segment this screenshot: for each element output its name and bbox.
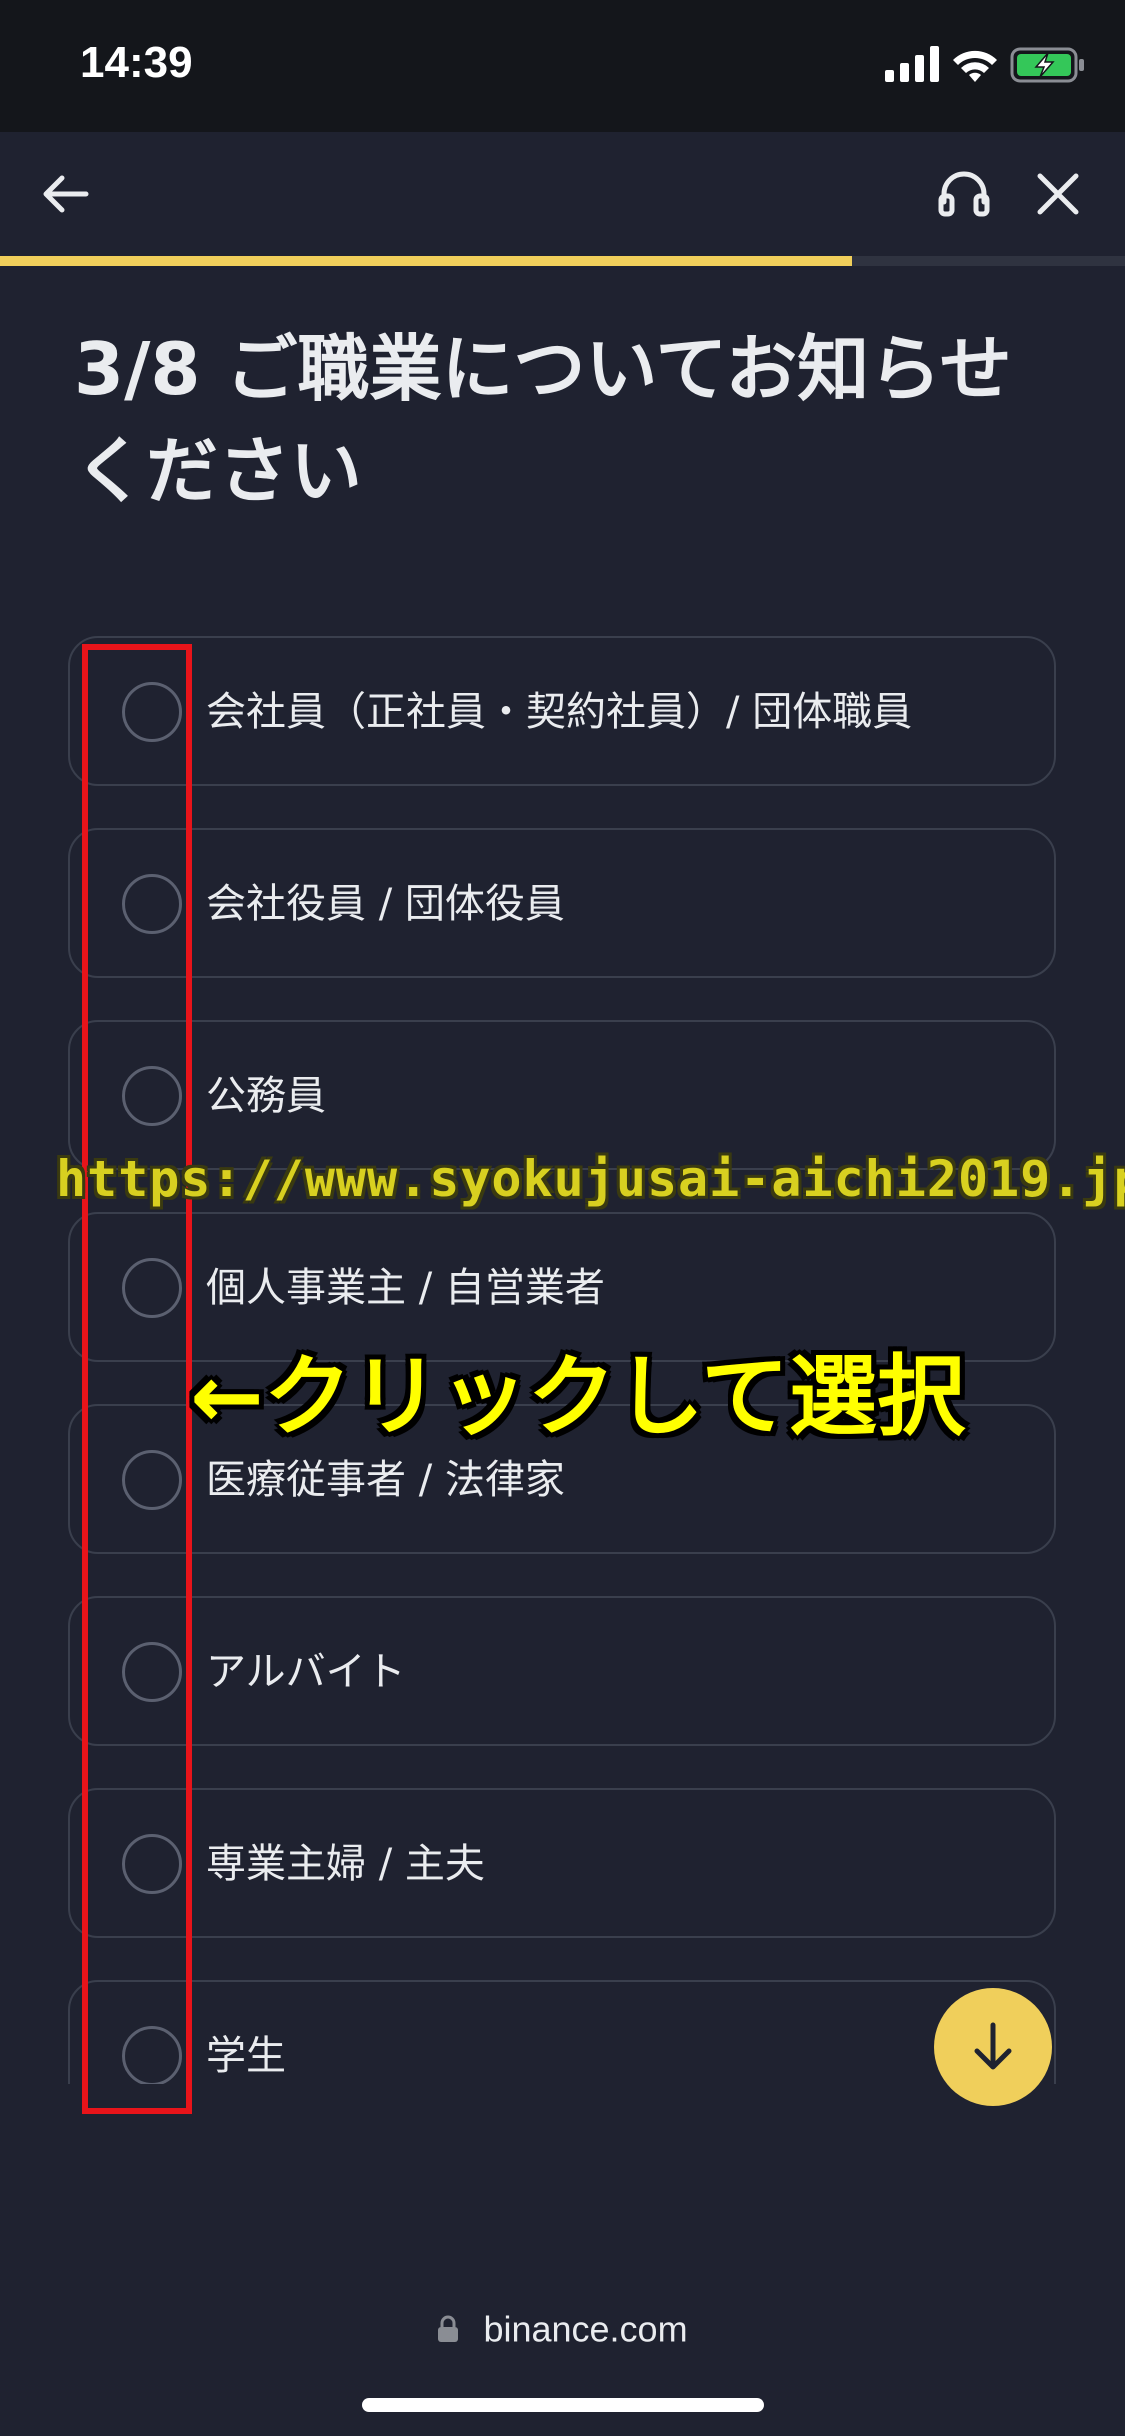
annotation-callout: ←クリックして選択 — [190, 1345, 966, 1448]
option-row[interactable]: 会社員（正社員・契約社員）/ 団体職員 — [68, 636, 1056, 786]
battery-charging-icon — [1010, 47, 1084, 83]
headset-icon — [938, 171, 990, 217]
option-label: 公務員 — [206, 1073, 326, 1119]
support-button[interactable] — [932, 162, 996, 226]
status-bar: 14:39 — [0, 0, 1125, 132]
option-row[interactable]: 学生 — [68, 1980, 1056, 2084]
nav-bar — [0, 132, 1125, 256]
close-button[interactable] — [1026, 162, 1090, 226]
back-button[interactable] — [34, 162, 98, 226]
home-indicator[interactable] — [362, 2398, 764, 2412]
progress-bar-fill — [0, 256, 852, 266]
arrow-left-icon — [43, 175, 89, 213]
option-row[interactable]: 会社役員 / 団体役員 — [68, 828, 1056, 978]
watermark-url: https://www.syokujusai-aichi2019.jp/ — [56, 1150, 1125, 1208]
option-row[interactable]: 公務員 — [68, 1020, 1056, 1170]
wifi-icon — [953, 50, 997, 82]
cellular-signal-icon — [885, 46, 939, 82]
scroll-down-button[interactable] — [934, 1988, 1052, 2106]
option-label: アルバイト — [206, 1649, 406, 1695]
progress-bar — [0, 256, 1125, 266]
close-icon — [1037, 173, 1079, 215]
arrow-down-icon — [974, 2022, 1012, 2070]
lock-icon — [438, 2316, 459, 2343]
option-label: 会社員（正社員・契約社員）/ 団体職員 — [206, 689, 913, 735]
page-title: 3/8 ご職業についてお知らせください — [74, 327, 1012, 513]
option-row[interactable]: アルバイト — [68, 1596, 1056, 1746]
browser-url-bar[interactable]: binance.com — [0, 2306, 1125, 2366]
option-label: 学生 — [206, 2033, 286, 2079]
annotation-highlight-box — [82, 644, 192, 2114]
option-label: 個人事業主 / 自営業者 — [206, 1265, 605, 1311]
option-label: 会社役員 / 団体役員 — [206, 881, 565, 927]
option-label: 医療従事者 / 法律家 — [206, 1457, 565, 1503]
status-time: 14:39 — [80, 38, 193, 87]
option-label: 専業主婦 / 主夫 — [206, 1841, 485, 1887]
option-row[interactable]: 専業主婦 / 主夫 — [68, 1788, 1056, 1938]
browser-url: binance.com — [483, 2308, 688, 2350]
